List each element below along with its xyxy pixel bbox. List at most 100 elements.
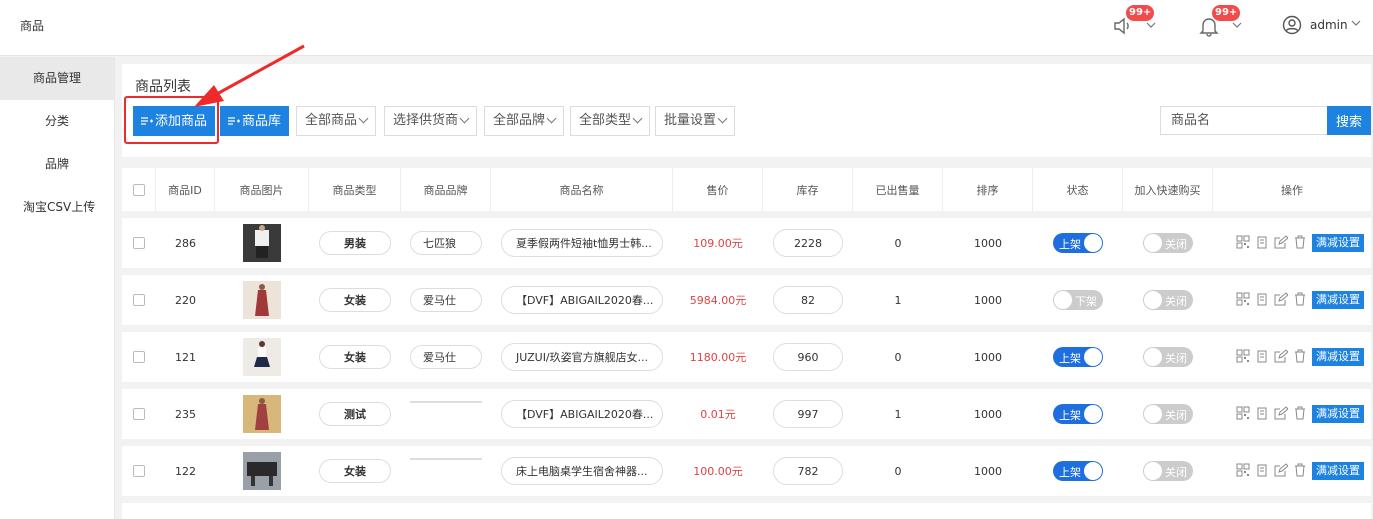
product-image[interactable]: [215, 275, 309, 325]
row-checkbox[interactable]: [133, 237, 145, 249]
quick-buy-label: 关闭: [1165, 238, 1187, 251]
type-dropdown[interactable]: 全部类型: [570, 106, 651, 136]
stock-field[interactable]: 2228: [773, 229, 843, 257]
edit-icon[interactable]: [1274, 234, 1289, 252]
list-add-icon: [141, 107, 153, 137]
product-image[interactable]: [215, 389, 309, 439]
discount-settings-button[interactable]: 满减设置: [1312, 462, 1364, 480]
quick-buy-toggle[interactable]: 关闭: [1143, 404, 1193, 424]
row-checkbox[interactable]: [133, 294, 145, 306]
supplier-dropdown[interactable]: 选择供货商: [384, 106, 478, 136]
select-all-cell: [122, 168, 156, 211]
sidebar-item-csv-upload[interactable]: 淘宝CSV上传: [0, 186, 114, 229]
stock-field[interactable]: 782: [773, 457, 843, 485]
header-sort: 排序: [943, 168, 1033, 211]
header-quick-buy: 加入快速购买: [1123, 168, 1213, 211]
type-cell: 女装: [309, 275, 401, 325]
quick-buy-label: 关闭: [1165, 466, 1187, 479]
qr-icon[interactable]: [1236, 292, 1250, 309]
row-checkbox[interactable]: [133, 465, 145, 477]
qr-icon[interactable]: [1236, 235, 1250, 252]
actions-cell: 满减设置: [1213, 332, 1371, 382]
trash-icon[interactable]: [1293, 235, 1307, 252]
trash-icon[interactable]: [1293, 292, 1307, 309]
chevron-down-icon[interactable]: [1146, 20, 1156, 30]
quick-buy-toggle[interactable]: 关闭: [1143, 461, 1193, 481]
stock-cell: 960: [763, 332, 853, 382]
product-name-field[interactable]: 夏季假两件短袖t恤男士韩...: [501, 229, 663, 257]
copy-icon[interactable]: [1255, 349, 1269, 366]
quick-buy-label: 关闭: [1165, 409, 1187, 422]
sidebar: 商品管理 分类 品牌 淘宝CSV上传: [0, 57, 115, 519]
discount-settings-button[interactable]: 满减设置: [1312, 348, 1364, 366]
brand-cell: 七匹狼: [401, 218, 491, 268]
bell-icon[interactable]: 99+: [1198, 5, 1241, 39]
status-toggle[interactable]: 下架: [1053, 290, 1103, 310]
chevron-down-icon[interactable]: [1232, 20, 1242, 30]
brand-cell: 爱马仕: [401, 275, 491, 325]
edit-icon[interactable]: [1274, 462, 1289, 480]
chevron-down-icon[interactable]: [1351, 18, 1361, 28]
brand-empty: [410, 458, 482, 460]
product-name-search-input[interactable]: [1160, 106, 1328, 135]
sidebar-item-category[interactable]: 分类: [0, 100, 114, 143]
header-actions: 操作: [1281, 183, 1303, 197]
stock-field[interactable]: 960: [773, 343, 843, 371]
stock-field[interactable]: 82: [773, 286, 843, 314]
trash-icon[interactable]: [1293, 463, 1307, 480]
sold-count: 0: [894, 236, 902, 250]
status-toggle[interactable]: 上架: [1053, 404, 1103, 424]
product-name-field[interactable]: 【DVF】ABIGAIL2020春...: [501, 286, 663, 314]
copy-icon[interactable]: [1255, 463, 1269, 480]
row-checkbox[interactable]: [133, 408, 145, 420]
brand-dropdown[interactable]: 全部品牌: [484, 106, 565, 136]
product-name-field[interactable]: JUZUI/玖姿官方旗舰店女...: [501, 343, 663, 371]
copy-icon[interactable]: [1255, 406, 1269, 423]
select-all-checkbox[interactable]: [132, 183, 145, 196]
product-name-field[interactable]: 床上电脑桌学生宿舍神器...: [501, 457, 663, 485]
copy-icon[interactable]: [1255, 292, 1269, 309]
status-toggle[interactable]: 上架: [1053, 461, 1103, 481]
product-name-field[interactable]: 【DVF】ABIGAIL2020春...: [501, 400, 663, 428]
status-toggle[interactable]: 上架: [1053, 347, 1103, 367]
status-cell: 上架: [1033, 332, 1123, 382]
speaker-icon[interactable]: 99+: [1112, 5, 1155, 39]
stock-field[interactable]: 997: [773, 400, 843, 428]
row-checkbox[interactable]: [133, 351, 145, 363]
all-products-dropdown[interactable]: 全部商品: [296, 106, 377, 136]
qr-icon[interactable]: [1236, 463, 1250, 480]
user-name[interactable]: admin: [1310, 18, 1348, 32]
product-image[interactable]: [215, 218, 309, 268]
batch-settings-dropdown[interactable]: 批量设置: [655, 106, 736, 136]
trash-icon[interactable]: [1293, 406, 1307, 423]
row-select-cell: [122, 332, 156, 382]
sidebar-item-brand[interactable]: 品牌: [0, 143, 114, 186]
discount-settings-button[interactable]: 满减设置: [1312, 405, 1364, 423]
toggle-knob: [1144, 348, 1162, 366]
edit-icon[interactable]: [1274, 291, 1289, 309]
trash-icon[interactable]: [1293, 349, 1307, 366]
product-image[interactable]: [215, 332, 309, 382]
discount-settings-button[interactable]: 满减设置: [1312, 234, 1364, 252]
qr-icon[interactable]: [1236, 406, 1250, 423]
sidebar-item-product-management[interactable]: 商品管理: [0, 57, 114, 100]
status-toggle[interactable]: 上架: [1053, 233, 1103, 253]
dropdown-label: 全部品牌: [493, 113, 546, 128]
product-image[interactable]: [215, 446, 309, 496]
edit-icon[interactable]: [1274, 348, 1289, 366]
quick-buy-toggle[interactable]: 关闭: [1143, 290, 1193, 310]
copy-icon[interactable]: [1255, 235, 1269, 252]
brand-cell: 爱马仕: [401, 332, 491, 382]
toolbar-panel: 商品列表 添加商品 商品库 全部商品 选择供货商 全部品牌 全部类型 批量设置 …: [122, 64, 1371, 157]
quick-buy-toggle[interactable]: 关闭: [1143, 347, 1193, 367]
add-product-button[interactable]: 添加商品: [133, 106, 216, 137]
discount-settings-button[interactable]: 满减设置: [1312, 291, 1364, 309]
edit-icon[interactable]: [1274, 405, 1289, 423]
qr-icon[interactable]: [1236, 349, 1250, 366]
search-button[interactable]: 搜索: [1327, 106, 1371, 135]
product-id: 220: [175, 293, 196, 307]
quick-buy-toggle[interactable]: 关闭: [1143, 233, 1193, 253]
product-library-button[interactable]: 商品库: [220, 106, 290, 136]
quick-buy-cell: 关闭: [1123, 389, 1213, 439]
user-avatar-icon[interactable]: [1282, 15, 1302, 35]
